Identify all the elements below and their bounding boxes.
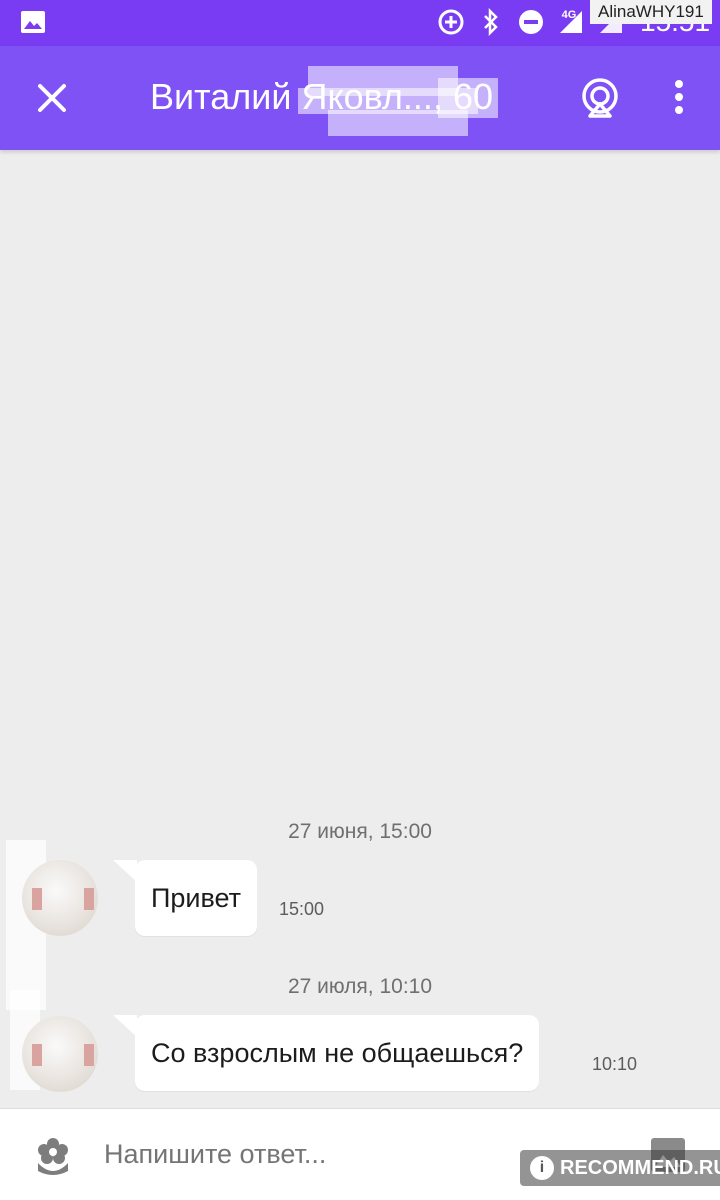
watermark-user: AlinaWHY191 [590,0,712,24]
bluetooth-icon [476,7,506,37]
data-saver-icon [436,7,466,37]
network-type: 4G [561,9,577,21]
recommend-logo-icon: i [530,1156,554,1180]
message-time: 10:10 [592,1054,638,1074]
signal-icon: 4G [556,7,586,37]
date-separator: 27 июня, 15:00 [288,820,432,843]
message-bubble[interactable]: Со взрослым не общаешься? [112,1015,540,1091]
avatar[interactable] [22,1016,98,1092]
date-separator: 27 июля, 10:10 [287,975,433,998]
app-bar: Виталий Яковл..., 60 [0,46,720,150]
message-text: Со взрослым не общаешься? [151,1037,524,1068]
image-icon [20,10,46,34]
sticker-icon[interactable] [34,1135,72,1175]
message-text: Привет [151,882,242,913]
reply-input[interactable] [104,1139,524,1170]
broadcast-icon[interactable] [578,76,622,120]
watermark-site-text: RECOMMEND.RU [560,1156,720,1179]
message-bubble[interactable]: Привет [112,860,258,936]
close-icon[interactable] [30,76,74,120]
avatar[interactable] [22,860,98,936]
status-bar: 4G 15:51 AlinaWHY191 [0,0,720,46]
chat-area[interactable]: 27 июня, 15:00 Привет 15:00 27 июля, 10:… [0,150,720,1108]
watermark-site: i RECOMMEND.RU [520,1150,720,1186]
message-time: 15:00 [279,899,325,919]
more-vert-icon[interactable] [664,74,694,122]
redaction-overlay [298,60,508,138]
do-not-disturb-icon [516,7,546,37]
